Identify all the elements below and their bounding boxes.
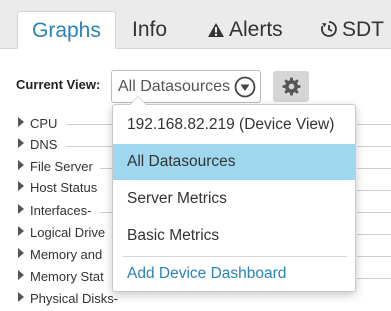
gear-icon [282,77,301,96]
caret-right-icon [18,138,24,148]
view-settings-button[interactable] [273,71,309,102]
tree-row-line [66,124,116,125]
tab-graphs[interactable]: Graphs [17,11,116,49]
tree-row-line [357,278,391,279]
chevron-down-icon [234,76,256,98]
tree-item-file-server[interactable]: File Server [18,159,93,179]
caret-right-icon [18,226,24,236]
tree-item-interfaces[interactable]: Interfaces- [18,203,91,223]
sdt-clock-icon [321,21,337,37]
current-view-label: Current View: [16,77,101,92]
current-view-value: All Datasources [118,78,231,95]
tree-row-line [357,234,391,235]
tree-row-line [357,212,391,213]
tab-alerts-label: Alerts [229,18,283,41]
dropdown-item-all-datasources[interactable]: All Datasources [113,144,355,180]
tree-item-host-status[interactable]: Host Status [18,180,97,200]
tree-row-line [66,146,116,147]
tab-graphs-label: Graphs [32,19,101,42]
tree-item-logical-drive[interactable]: Logical Drive [18,225,105,245]
add-device-dashboard-link[interactable]: Add Device Dashboard [113,256,355,292]
tab-sdt-label: SDT [342,18,384,41]
tab-info[interactable]: Info [132,11,167,49]
caret-right-icon [18,292,24,302]
caret-right-icon [18,181,24,191]
caret-right-icon [18,204,24,214]
tab-bar: Graphs Info Alerts SDT [0,0,391,49]
dropdown-item-basic-metrics[interactable]: Basic Metrics [113,218,355,254]
tree-row-line [357,168,391,169]
tree-item-cpu[interactable]: CPU [18,116,57,136]
dropdown-caret-fill [130,97,146,105]
tree-item-physical-disks[interactable]: Physical Disks- [18,291,118,311]
tree-row-line [357,256,391,257]
tree-item-dns[interactable]: DNS [18,137,57,157]
tree-row-line [357,124,391,125]
tab-sdt[interactable]: SDT [320,11,384,49]
tab-info-label: Info [132,18,168,41]
caret-right-icon [18,160,24,170]
tree-row-line [357,146,391,147]
tree-item-memory-and[interactable]: Memory and [18,247,102,267]
caret-right-icon [18,248,24,258]
tree-item-memory-stat[interactable]: Memory Stat [18,269,104,289]
dropdown-item-device-view[interactable]: 192.168.82.219 (Device View) [113,107,355,143]
dropdown-item-server-metrics[interactable]: Server Metrics [113,181,355,217]
warning-icon [208,23,224,37]
view-dropdown-menu: 192.168.82.219 (Device View) All Datasou… [112,96,356,292]
caret-right-icon [18,117,24,127]
caret-right-icon [18,270,24,280]
tab-alerts[interactable]: Alerts [207,11,283,49]
tree-row-line [357,190,391,191]
